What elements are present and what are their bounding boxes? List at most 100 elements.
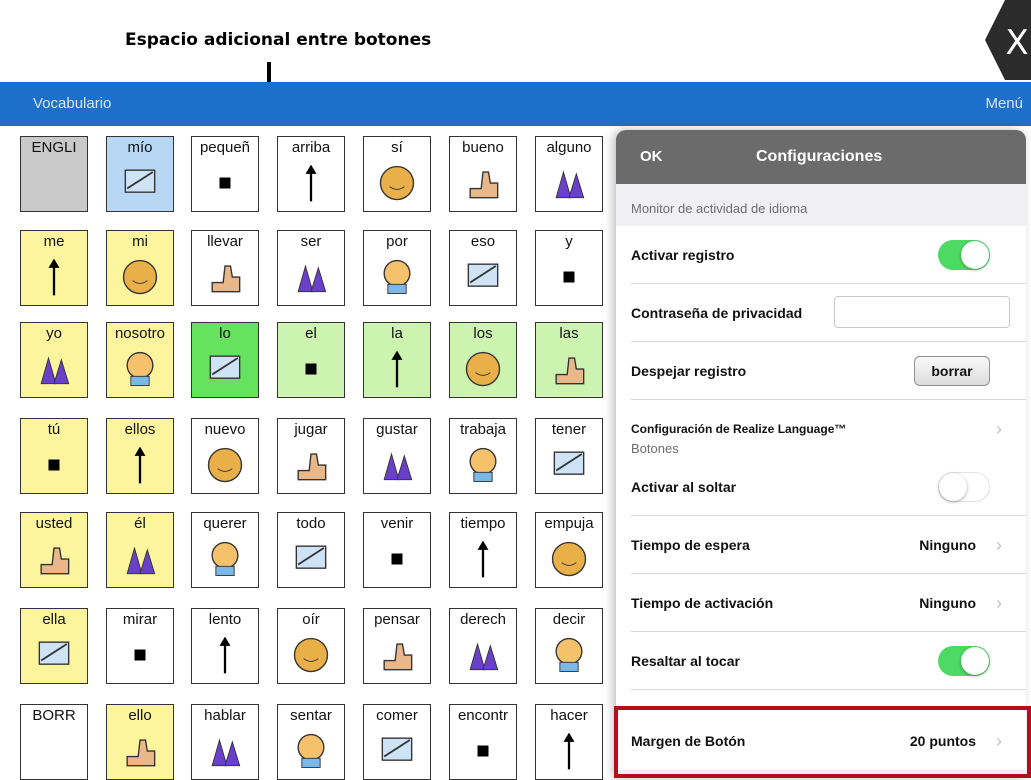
vocab-button-2-0[interactable]: yo (20, 322, 88, 398)
activar-soltar-toggle[interactable] (938, 472, 990, 502)
vocab-button-3-4[interactable]: gustar (363, 418, 431, 494)
vocab-button-0-1[interactable]: mío (106, 136, 174, 212)
section-header-monitor: Monitor de actividad de idioma (616, 190, 1026, 226)
vocab-button-1-0[interactable]: me (20, 230, 88, 306)
symbol-icon (202, 255, 248, 299)
vocab-button-label: nuevo (204, 421, 246, 438)
highlight-box (614, 706, 1031, 778)
vocab-button-6-2[interactable]: hablar (191, 704, 259, 780)
ok-button[interactable]: OK (640, 148, 663, 165)
vocab-button-4-0[interactable]: usted (20, 512, 88, 588)
vocab-button-1-2[interactable]: llevar (191, 230, 259, 306)
vocab-button-6-3[interactable]: sentar (277, 704, 345, 780)
vocab-button-label: usted (35, 515, 73, 532)
symbol-icon (374, 633, 420, 677)
menu-button[interactable]: Menú (985, 95, 1023, 112)
vocab-button-label: alguno (546, 139, 592, 156)
vocab-button-0-2[interactable]: pequeñ (191, 136, 259, 212)
vocab-button-1-4[interactable]: por (363, 230, 431, 306)
symbol-icon (31, 633, 77, 677)
vocab-button-4-6[interactable]: empuja (535, 512, 603, 588)
resaltar-row[interactable]: Resaltar al tocar (616, 632, 1026, 690)
vocab-button-label: ellos (124, 421, 156, 438)
vocab-button-label: por (386, 233, 408, 250)
vocab-button-5-5[interactable]: derech (449, 608, 517, 684)
activar-soltar-row[interactable]: Activar al soltar (616, 458, 1026, 516)
tiempo-espera-row[interactable]: Tiempo de espera Ninguno › (616, 516, 1026, 574)
vocab-button-5-1[interactable]: mirar (106, 608, 174, 684)
vocab-button-6-6[interactable]: hacer (535, 704, 603, 780)
chevron-right-icon: › (996, 535, 1002, 555)
vocab-button-label: el (305, 325, 317, 342)
vocab-button-4-1[interactable]: él (106, 512, 174, 588)
vocab-button-5-0[interactable]: ella (20, 608, 88, 684)
symbol-icon (374, 161, 420, 205)
settings-header: OK Configuraciones (616, 130, 1026, 184)
vocab-button-0-6[interactable]: alguno (535, 136, 603, 212)
symbol-icon (460, 729, 506, 773)
vocab-button-1-1[interactable]: mi (106, 230, 174, 306)
vocab-button-1-3[interactable]: ser (277, 230, 345, 306)
symbol-icon (546, 255, 592, 299)
vocab-button-1-5[interactable]: eso (449, 230, 517, 306)
symbol-icon (460, 537, 506, 581)
vocab-button-5-4[interactable]: pensar (363, 608, 431, 684)
vocab-button-2-5[interactable]: los (449, 322, 517, 398)
row-label: Tiempo de espera (631, 537, 750, 553)
symbol-icon (117, 443, 163, 487)
vocab-button-3-1[interactable]: ellos (106, 418, 174, 494)
vocab-button-5-2[interactable]: lento (191, 608, 259, 684)
vocab-button-6-4[interactable]: comer (363, 704, 431, 780)
vocab-button-2-3[interactable]: el (277, 322, 345, 398)
vocab-button-4-2[interactable]: querer (191, 512, 259, 588)
vocab-button-4-4[interactable]: venir (363, 512, 431, 588)
vocab-button-label: lo (219, 325, 231, 342)
symbol-icon (546, 633, 592, 677)
row-label: Resaltar al tocar (631, 653, 740, 669)
vocab-button-2-2[interactable]: lo (191, 322, 259, 398)
vocab-button-0-0[interactable]: ENGLI (20, 136, 88, 212)
vocab-button-4-3[interactable]: todo (277, 512, 345, 588)
activar-registro-row[interactable]: Activar registro (616, 226, 1026, 284)
vocab-button-5-6[interactable]: decir (535, 608, 603, 684)
symbol-icon (460, 633, 506, 677)
symbol-icon (374, 255, 420, 299)
vocab-button-5-3[interactable]: oír (277, 608, 345, 684)
vocab-button-6-5[interactable]: encontr (449, 704, 517, 780)
vocab-button-0-3[interactable]: arriba (277, 136, 345, 212)
vocab-button-0-5[interactable]: bueno (449, 136, 517, 212)
vocab-button-3-0[interactable]: tú (20, 418, 88, 494)
resaltar-toggle[interactable] (938, 646, 990, 676)
symbol-icon (546, 161, 592, 205)
vocab-button-3-5[interactable]: trabaja (449, 418, 517, 494)
clear-log-button[interactable]: borrar (914, 356, 990, 386)
vocab-button-label: las (559, 325, 579, 342)
vocab-button-label: mío (127, 139, 153, 156)
vocab-button-4-5[interactable]: tiempo (449, 512, 517, 588)
vocab-button-2-1[interactable]: nosotro (106, 322, 174, 398)
password-input[interactable] (834, 296, 1010, 328)
symbol-icon (374, 537, 420, 581)
settings-title: Configuraciones (756, 148, 883, 165)
vocab-button-label: decir (552, 611, 586, 628)
vocab-button-2-4[interactable]: la (363, 322, 431, 398)
vocab-button-label: gustar (376, 421, 418, 438)
vocab-button-3-6[interactable]: tener (535, 418, 603, 494)
tiempo-activacion-row[interactable]: Tiempo de activación Ninguno › (616, 574, 1026, 632)
vocab-button-label: sentar (290, 707, 332, 724)
vocab-button-label: BORR (32, 707, 76, 724)
vocab-button-6-1[interactable]: ello (106, 704, 174, 780)
vocab-button-2-6[interactable]: las (535, 322, 603, 398)
close-icon[interactable]: X (985, 0, 1031, 80)
symbol-icon (31, 443, 77, 487)
vocab-button-3-3[interactable]: jugar (277, 418, 345, 494)
vocabulary-title[interactable]: Vocabulario (33, 95, 111, 112)
symbol-icon (288, 161, 334, 205)
vocab-button-0-4[interactable]: sí (363, 136, 431, 212)
symbol-icon (117, 161, 163, 205)
vocab-button-3-2[interactable]: nuevo (191, 418, 259, 494)
vocab-button-1-6[interactable]: y (535, 230, 603, 306)
symbol-icon (460, 443, 506, 487)
activar-registro-toggle[interactable] (938, 240, 990, 270)
vocab-button-6-0[interactable]: BORR (20, 704, 88, 780)
